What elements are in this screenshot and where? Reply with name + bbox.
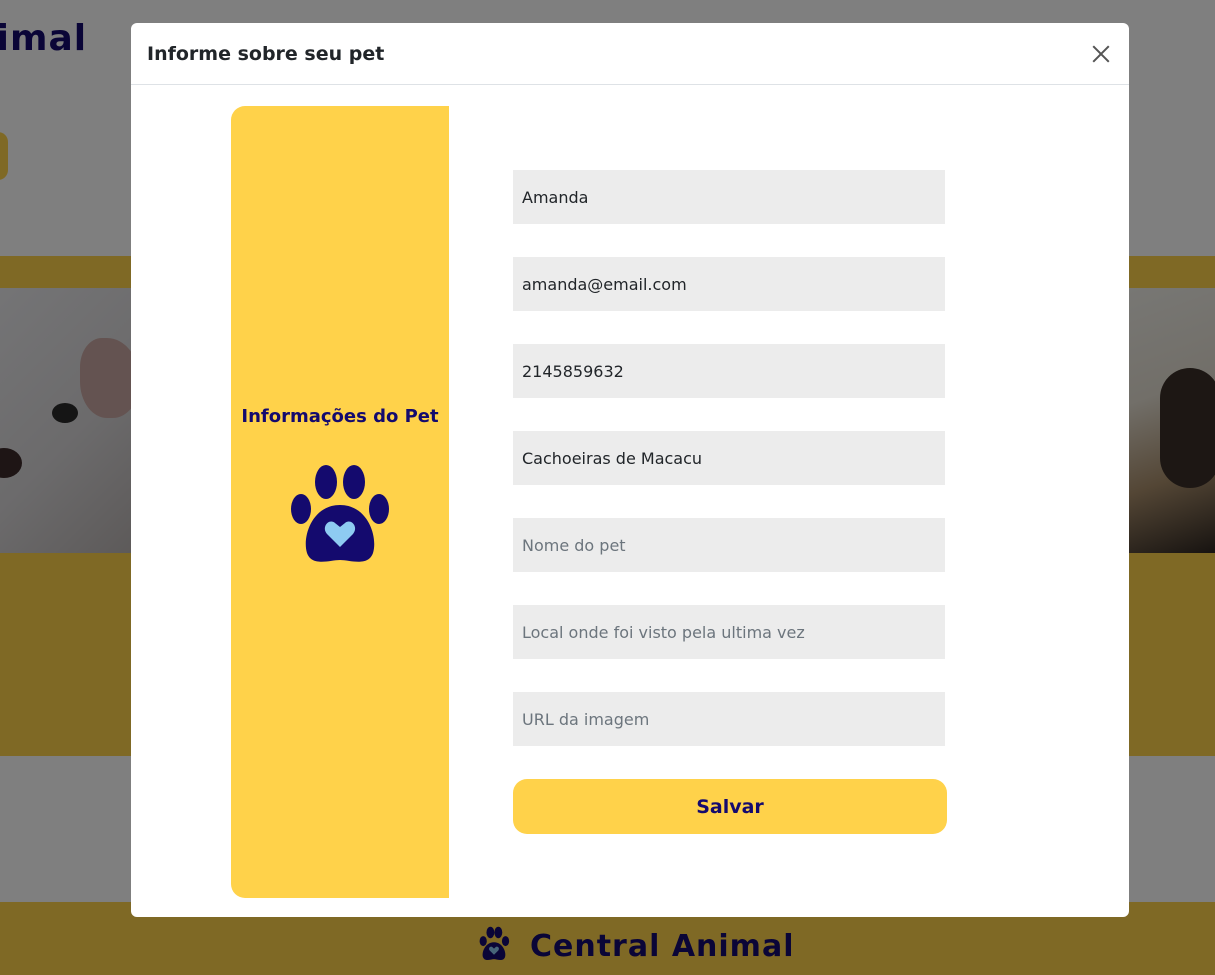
pet-name-field[interactable] bbox=[513, 518, 945, 572]
paw-heart-icon bbox=[290, 464, 390, 569]
name-field[interactable] bbox=[513, 170, 945, 224]
side-panel: Informações do Pet bbox=[231, 106, 449, 898]
pet-form: Salvar bbox=[513, 170, 947, 834]
save-button[interactable]: Salvar bbox=[513, 779, 947, 834]
last-seen-field[interactable] bbox=[513, 605, 945, 659]
close-icon[interactable] bbox=[1089, 42, 1113, 66]
modal-title: Informe sobre seu pet bbox=[147, 42, 385, 65]
pet-info-modal: Informe sobre seu pet Informações do Pet… bbox=[131, 23, 1129, 917]
image-url-field[interactable] bbox=[513, 692, 945, 746]
email-field[interactable] bbox=[513, 257, 945, 311]
phone-field[interactable] bbox=[513, 344, 945, 398]
modal-header: Informe sobre seu pet bbox=[131, 23, 1129, 85]
side-panel-title: Informações do Pet bbox=[241, 405, 439, 427]
city-field[interactable] bbox=[513, 431, 945, 485]
